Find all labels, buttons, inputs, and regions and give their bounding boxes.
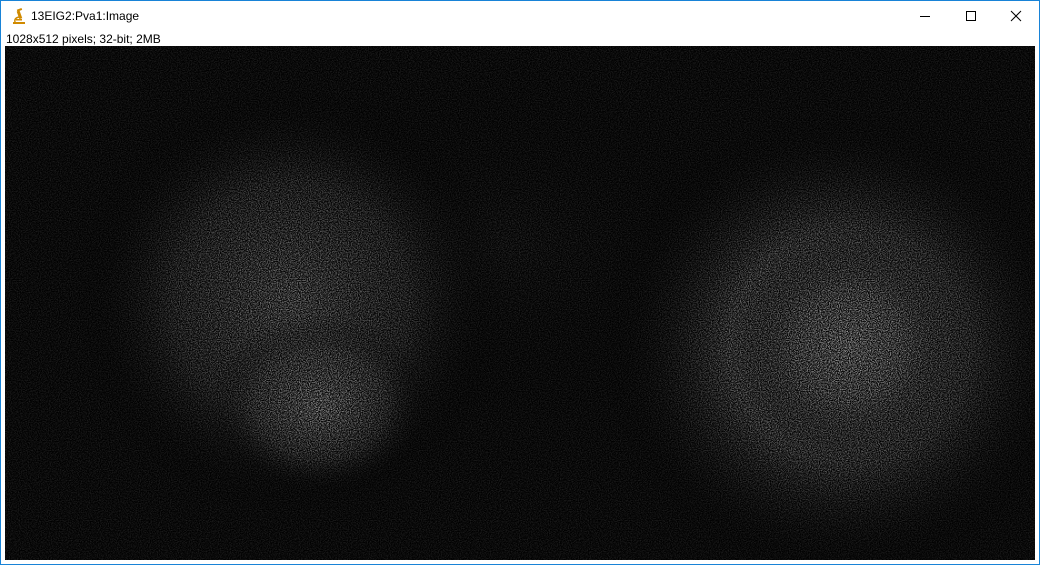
minimize-icon xyxy=(920,16,930,17)
window-title: 13EIG2:Pva1:Image xyxy=(31,9,140,23)
image-info-label: 1028x512 pixels; 32-bit; 2MB xyxy=(6,32,161,46)
maximize-button[interactable] xyxy=(948,1,994,31)
image-window: 13EIG2:Pva1:Image 1028x512 pixels; 32-bi… xyxy=(0,0,1040,565)
minimize-button[interactable] xyxy=(902,1,948,31)
microscope-icon xyxy=(11,8,27,25)
title-bar[interactable]: 13EIG2:Pva1:Image xyxy=(1,1,1039,31)
close-icon xyxy=(1010,10,1022,22)
close-button[interactable] xyxy=(993,1,1039,31)
image-canvas[interactable] xyxy=(5,46,1035,560)
maximize-icon xyxy=(966,11,976,21)
detector-image xyxy=(5,46,1035,560)
